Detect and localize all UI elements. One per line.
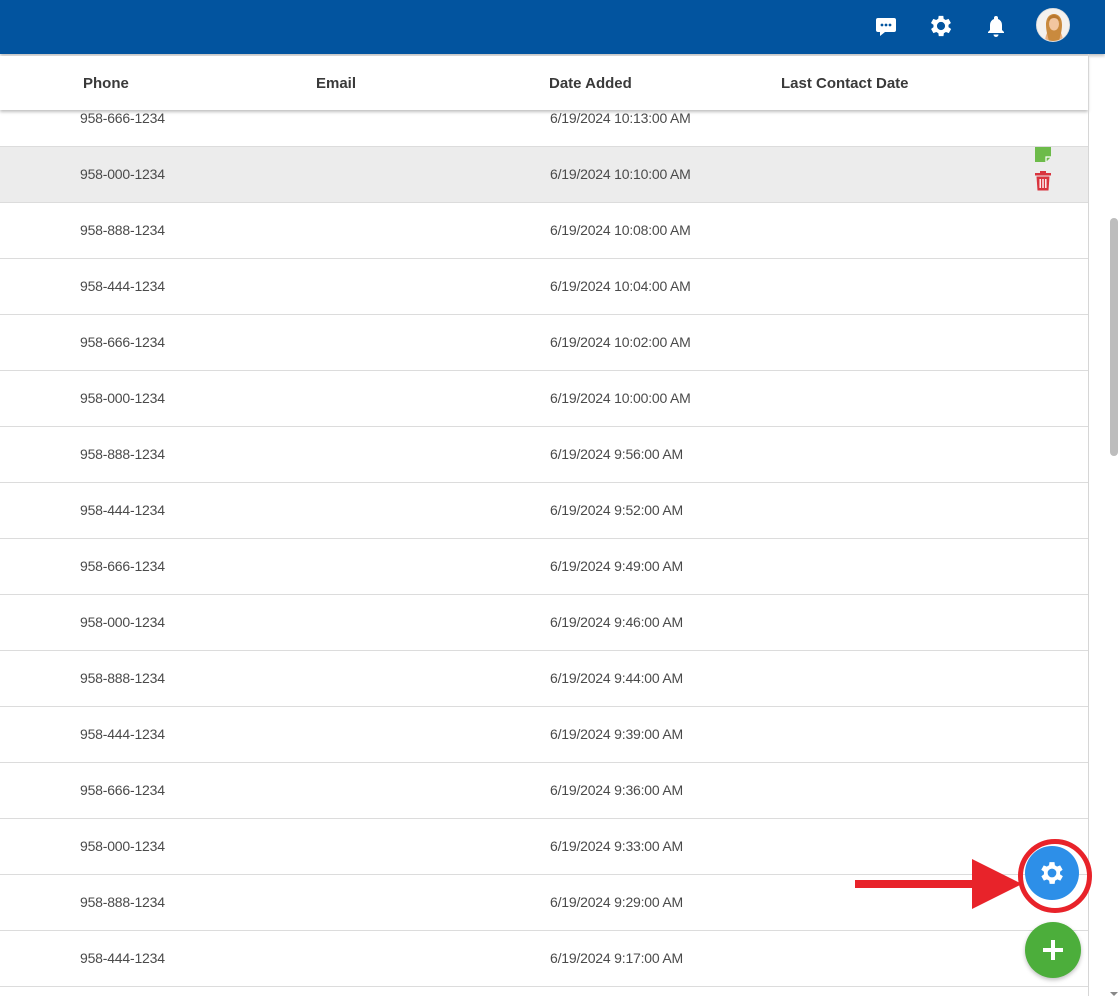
scrollbar-thumb[interactable]	[1110, 218, 1118, 456]
date-added-cell: 6/19/2024 9:33:00 AM	[550, 838, 683, 854]
trash-icon[interactable]	[1034, 171, 1052, 196]
column-header-date-added[interactable]: Date Added	[549, 75, 632, 92]
table-row[interactable]: 958-000-1234 6/19/2024 10:10:00 AM	[0, 147, 1088, 203]
top-navbar	[0, 0, 1105, 54]
scroll-down-arrow-icon[interactable]	[1108, 986, 1120, 996]
table-row[interactable]: 958-444-1234 6/19/2024 9:17:00 AM	[0, 931, 1088, 987]
phone-cell: 958-444-1234	[80, 726, 165, 742]
date-added-cell: 6/19/2024 9:17:00 AM	[550, 950, 683, 966]
add-fab-button[interactable]	[1025, 922, 1081, 978]
table-row[interactable]: 958-888-1234 6/19/2024 9:56:00 AM	[0, 427, 1088, 483]
settings-fab-button[interactable]	[1025, 846, 1079, 900]
column-header-email[interactable]: Email	[316, 75, 356, 92]
scrollbar-track[interactable]	[1105, 0, 1120, 996]
table-body: 958-666-1234 6/19/2024 10:13:00 AM 958-0…	[0, 91, 1088, 987]
date-added-cell: 6/19/2024 10:10:00 AM	[550, 166, 691, 182]
gear-icon[interactable]	[927, 12, 955, 40]
table-row[interactable]: 958-444-1234 6/19/2024 10:04:00 AM	[0, 259, 1088, 315]
phone-cell: 958-888-1234	[80, 222, 165, 238]
table-row[interactable]: 958-000-1234 6/19/2024 9:33:00 AM	[0, 819, 1088, 875]
phone-cell: 958-444-1234	[80, 950, 165, 966]
table-header: Phone Email Date Added Last Contact Date	[0, 56, 1088, 110]
date-added-cell: 6/19/2024 9:36:00 AM	[550, 782, 683, 798]
column-header-phone[interactable]: Phone	[83, 75, 129, 92]
phone-cell: 958-666-1234	[80, 110, 165, 126]
phone-cell: 958-000-1234	[80, 838, 165, 854]
date-added-cell: 6/19/2024 10:00:00 AM	[550, 390, 691, 406]
edit-note-icon[interactable]	[1035, 147, 1051, 167]
table-row[interactable]: 958-444-1234 6/19/2024 9:39:00 AM	[0, 707, 1088, 763]
date-added-cell: 6/19/2024 10:02:00 AM	[550, 334, 691, 350]
date-added-cell: 6/19/2024 9:56:00 AM	[550, 446, 683, 462]
chat-icon[interactable]	[872, 12, 900, 40]
phone-cell: 958-000-1234	[80, 166, 165, 182]
phone-cell: 958-444-1234	[80, 278, 165, 294]
phone-cell: 958-444-1234	[80, 502, 165, 518]
table-row[interactable]: 958-888-1234 6/19/2024 10:08:00 AM	[0, 203, 1088, 259]
bell-icon[interactable]	[982, 12, 1010, 40]
plus-icon	[1043, 940, 1063, 960]
table-row[interactable]: 958-000-1234 6/19/2024 10:00:00 AM	[0, 371, 1088, 427]
date-added-cell: 6/19/2024 9:52:00 AM	[550, 502, 683, 518]
date-added-cell: 6/19/2024 9:49:00 AM	[550, 558, 683, 574]
table-row[interactable]: 958-888-1234 6/19/2024 9:29:00 AM	[0, 875, 1088, 931]
date-added-cell: 6/19/2024 10:08:00 AM	[550, 222, 691, 238]
table-row[interactable]: 958-888-1234 6/19/2024 9:44:00 AM	[0, 651, 1088, 707]
table-row[interactable]: 958-444-1234 6/19/2024 9:52:00 AM	[0, 483, 1088, 539]
table-row[interactable]: 958-666-1234 6/19/2024 9:49:00 AM	[0, 539, 1088, 595]
date-added-cell: 6/19/2024 10:04:00 AM	[550, 278, 691, 294]
date-added-cell: 6/19/2024 9:39:00 AM	[550, 726, 683, 742]
table-row[interactable]: 958-666-1234 6/19/2024 9:36:00 AM	[0, 763, 1088, 819]
row-actions	[1034, 147, 1056, 203]
date-added-cell: 6/19/2024 10:13:00 AM	[550, 110, 691, 126]
phone-cell: 958-888-1234	[80, 446, 165, 462]
phone-cell: 958-666-1234	[80, 782, 165, 798]
table-row[interactable]: 958-666-1234 6/19/2024 10:02:00 AM	[0, 315, 1088, 371]
gear-icon	[1041, 862, 1063, 884]
phone-cell: 958-666-1234	[80, 334, 165, 350]
phone-cell: 958-888-1234	[80, 670, 165, 686]
content-right-border	[1088, 54, 1089, 996]
avatar[interactable]	[1036, 8, 1070, 42]
phone-cell: 958-000-1234	[80, 614, 165, 630]
phone-cell: 958-000-1234	[80, 390, 165, 406]
table-row[interactable]: 958-000-1234 6/19/2024 9:46:00 AM	[0, 595, 1088, 651]
column-header-last-contact-date[interactable]: Last Contact Date	[781, 75, 909, 92]
phone-cell: 958-888-1234	[80, 894, 165, 910]
date-added-cell: 6/19/2024 9:44:00 AM	[550, 670, 683, 686]
date-added-cell: 6/19/2024 9:29:00 AM	[550, 894, 683, 910]
date-added-cell: 6/19/2024 9:46:00 AM	[550, 614, 683, 630]
phone-cell: 958-666-1234	[80, 558, 165, 574]
